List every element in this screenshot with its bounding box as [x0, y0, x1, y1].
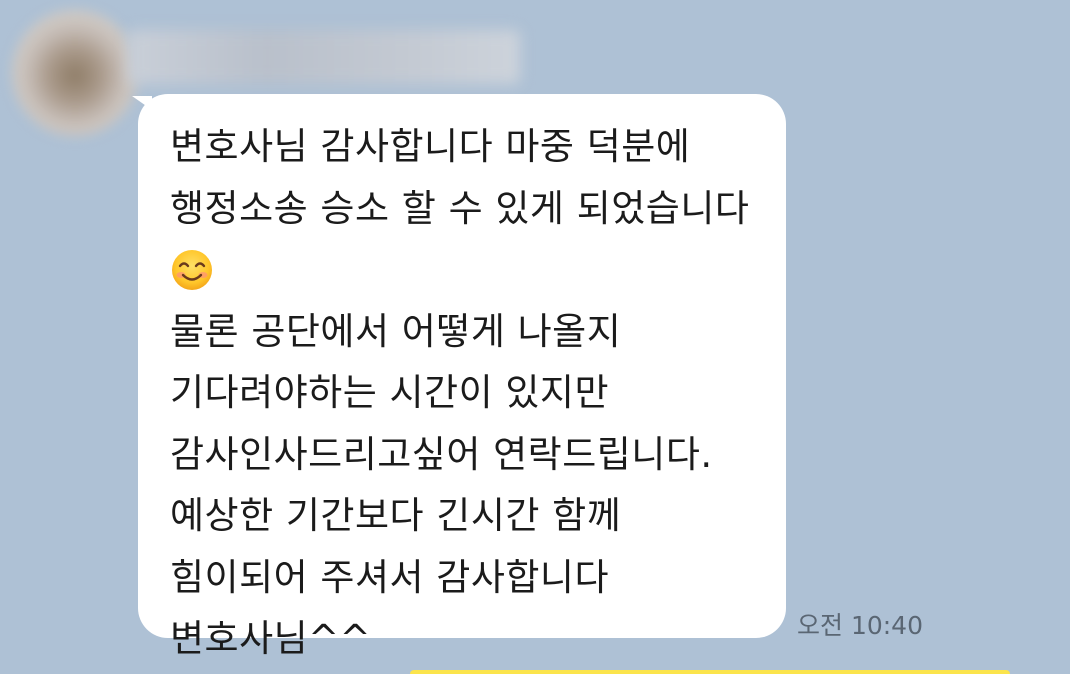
message-line: 행정소송 승소 할 수 있게 되었습니다 — [170, 186, 750, 230]
message-line: 감사인사드리고싶어 연락드립니다. — [170, 432, 713, 476]
message-timestamp: 오전 10:40 — [797, 611, 923, 640]
message-bubble[interactable]: 변호사님 감사합니다 마중 덕분에 행정소송 승소 할 수 있게 되었습니다 물… — [138, 94, 786, 660]
message-line: 예상한 기간보다 긴시간 함께 — [170, 494, 622, 537]
smiling-face-icon — [172, 249, 212, 290]
message-line: 변호사님^^ — [170, 617, 372, 660]
message-line: 기다려야하는 시간이 있지만 — [170, 371, 610, 414]
message-line: 물론 공단에서 어떻게 나올지 — [170, 309, 622, 353]
sender-name-blurred — [128, 30, 520, 84]
message-line: 힘이되어 주셔서 감사합니다 — [170, 555, 610, 599]
chat-area: 변호사님 감사합니다 마중 덕분에 행정소송 승소 할 수 있게 되었습니다 물… — [0, 0, 1070, 674]
sender-avatar[interactable] — [12, 10, 138, 136]
message-line: 변호사님 감사합니다 마중 덕분에 — [170, 125, 691, 168]
message-text: 변호사님 감사합니다 마중 덕분에 행정소송 승소 할 수 있게 되었습니다 물… — [170, 116, 749, 670]
emoji-line — [170, 239, 749, 301]
next-message-bubble-edge — [410, 670, 1010, 674]
